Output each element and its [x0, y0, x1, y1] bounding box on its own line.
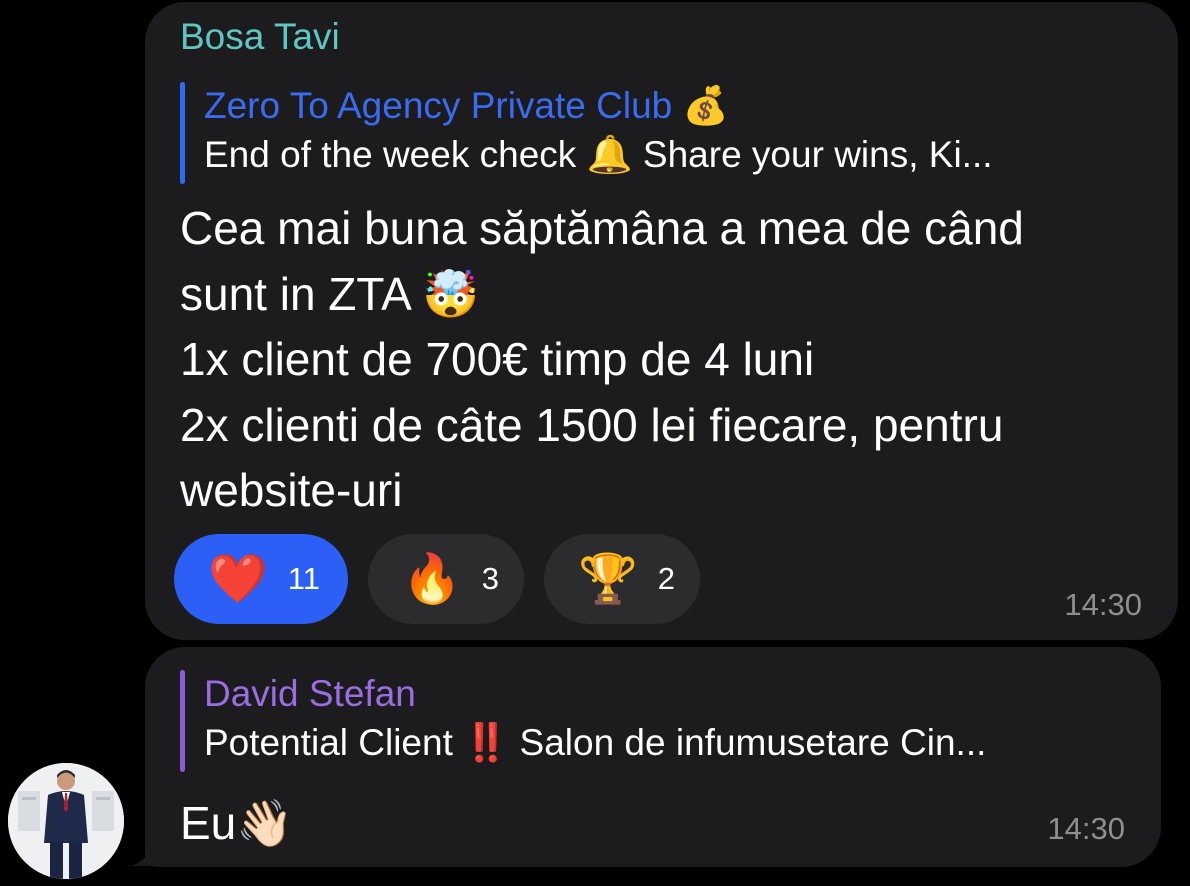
- reaction-count: 3: [481, 561, 500, 596]
- reply-text-continued: Salon de infumusetare Cin...: [509, 722, 987, 763]
- reply-accent-bar: [180, 670, 185, 772]
- money-bag-icon: 💰: [682, 84, 729, 127]
- reply-quote[interactable]: David Stefan Potential Client ‼️ Salon d…: [180, 670, 1140, 774]
- trophy-icon: 🏆: [578, 551, 638, 607]
- reply-text: End of the week check: [204, 134, 587, 175]
- fire-icon: 🔥: [402, 551, 462, 607]
- exploding-head-icon: 🤯: [422, 266, 480, 321]
- avatar[interactable]: [8, 763, 124, 879]
- message-bubble[interactable]: David Stefan Potential Client ‼️ Salon d…: [145, 647, 1161, 867]
- sender-name[interactable]: Bosa Tavi: [180, 16, 340, 58]
- message-line: 1x client de 700€ timp de 4 luni: [180, 333, 815, 385]
- heart-icon: ❤️: [208, 551, 268, 607]
- person-avatar-icon: [8, 763, 124, 879]
- double-exclamation-icon: ‼️: [463, 721, 510, 764]
- reply-title: David Stefan: [204, 673, 416, 714]
- message-bubble[interactable]: Bosa Tavi Zero To Agency Private Club 💰 …: [145, 2, 1178, 640]
- reaction-count: 2: [657, 561, 676, 596]
- reply-quote[interactable]: Zero To Agency Private Club 💰 End of the…: [180, 82, 1170, 186]
- reply-accent-bar: [180, 82, 185, 184]
- bell-icon: 🔔: [586, 133, 633, 176]
- reaction-trophy-button[interactable]: 🏆 2: [544, 534, 700, 624]
- waving-hand-icon: 👋🏻: [236, 796, 294, 850]
- reply-text-continued: Share your wins, Ki...: [632, 134, 993, 175]
- reply-text: Potential Client: [204, 722, 464, 763]
- reaction-fire-button[interactable]: 🔥 3: [368, 534, 524, 624]
- message-timestamp: 14:30: [1047, 811, 1125, 846]
- message-text: Eu👋🏻: [180, 796, 294, 850]
- chat-view: Bosa Tavi Zero To Agency Private Club 💰 …: [0, 0, 1190, 886]
- message-text: Cea mai buna săptămâna a mea de când sun…: [180, 196, 1160, 524]
- message-line: Cea mai buna săptămâna a mea de când: [180, 202, 1024, 254]
- message-line: website-uri: [180, 464, 403, 516]
- message-timestamp: 14:30: [1064, 587, 1142, 622]
- reply-title: Zero To Agency Private Club: [204, 85, 673, 126]
- reactions-bar: ❤️ 11 🔥 3 🏆 2: [174, 534, 700, 624]
- message-line: 2x clienti de câte 1500 lei fiecare, pen…: [180, 398, 1004, 451]
- reaction-count: 11: [287, 561, 320, 596]
- reaction-heart-button[interactable]: ❤️ 11: [174, 534, 348, 624]
- message-line: sunt in ZTA 🤯: [180, 266, 480, 321]
